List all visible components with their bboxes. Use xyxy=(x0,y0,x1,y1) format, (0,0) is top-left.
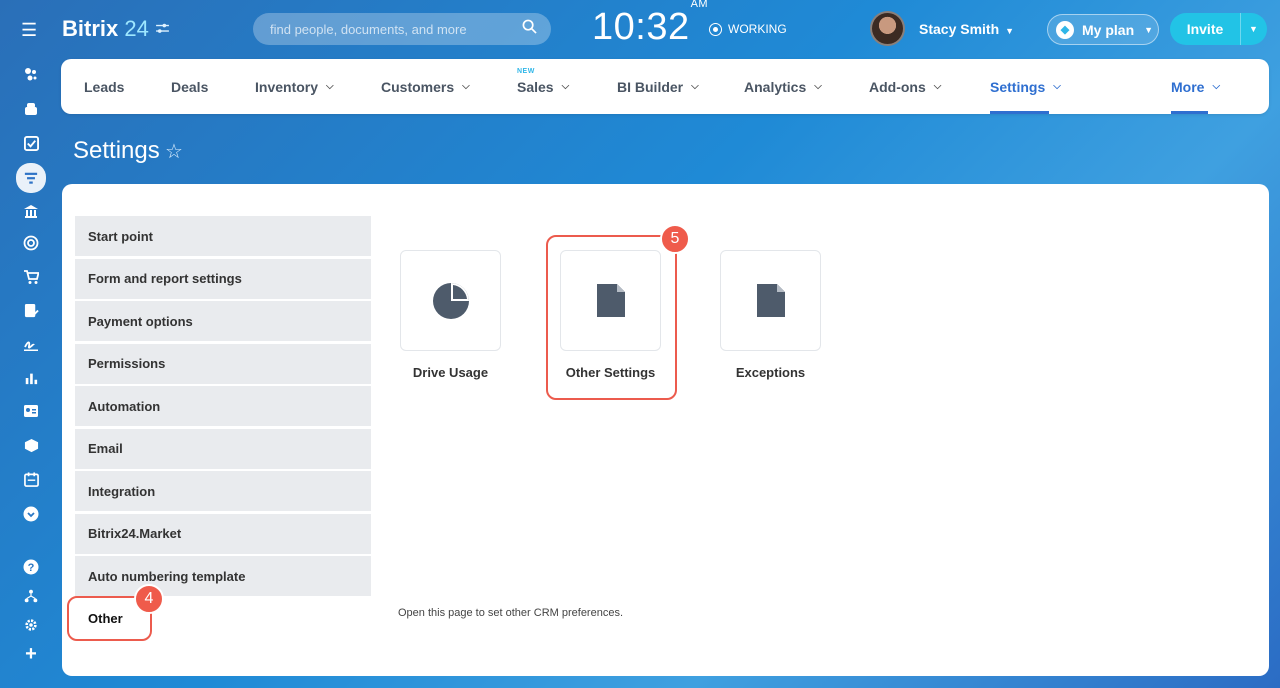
bar-chart-icon[interactable] xyxy=(15,364,47,392)
settings-menu: Start point Form and report settings Pay… xyxy=(75,216,371,641)
chevron-down-icon: ⌵ xyxy=(561,81,570,92)
tile-label: Exceptions xyxy=(735,365,806,380)
menu-item-permissions[interactable]: Permissions xyxy=(75,343,371,384)
tasks-icon[interactable] xyxy=(15,129,47,157)
user-menu[interactable]: Stacy Smith ▼ xyxy=(919,21,1014,37)
chevron-down-icon: ▼ xyxy=(1144,24,1154,35)
nav-analytics[interactable]: Analytics ⌵ xyxy=(744,59,822,114)
logo-settings-icon[interactable] xyxy=(156,22,169,37)
search-bar[interactable] xyxy=(253,13,551,45)
logo[interactable]: Bitrix 24 xyxy=(62,16,149,42)
step-badge-4: 4 xyxy=(134,584,164,614)
chevron-down-icon: ⌵ xyxy=(814,81,822,92)
nav-customers[interactable]: Customers ⌵ xyxy=(381,59,470,114)
record-icon xyxy=(709,22,722,36)
search-input[interactable] xyxy=(270,21,510,37)
left-rail: ☰ ? + xyxy=(0,0,62,688)
hierarchy-icon[interactable] xyxy=(15,582,47,610)
chevron-down-icon: ⌵ xyxy=(933,81,942,92)
tile-drive-usage[interactable]: Drive Usage xyxy=(400,250,501,380)
drive-usage-card[interactable] xyxy=(400,250,501,351)
chevron-down-circle-icon[interactable] xyxy=(15,500,47,528)
diamond-icon: ◆ xyxy=(1056,20,1074,39)
search-icon[interactable] xyxy=(522,19,537,39)
feed-icon[interactable] xyxy=(15,60,47,88)
document-edit-icon[interactable] xyxy=(15,296,47,324)
avatar[interactable] xyxy=(870,11,905,46)
document-icon xyxy=(756,284,785,317)
menu-item-payment-options[interactable]: Payment options xyxy=(75,301,371,341)
target-icon[interactable] xyxy=(15,229,47,257)
menu-item-form-report-settings[interactable]: Form and report settings xyxy=(75,258,371,299)
svg-text:?: ? xyxy=(28,562,35,574)
clock[interactable]: 10:32AM xyxy=(592,0,708,49)
calendar-icon[interactable] xyxy=(15,465,47,493)
nav-add-ons[interactable]: Add-ons ⌵ xyxy=(869,59,941,114)
menu-item-integration[interactable]: Integration xyxy=(75,471,371,511)
chevron-down-icon: ⌵ xyxy=(1053,81,1061,92)
highlight-other-settings xyxy=(546,235,677,400)
work-status[interactable]: WORKING xyxy=(709,22,787,36)
menu-item-auto-numbering[interactable]: Auto numbering template xyxy=(75,556,371,596)
pie-chart-icon xyxy=(432,282,469,319)
bank-icon[interactable] xyxy=(15,197,47,225)
chevron-down-icon: ⌵ xyxy=(1212,81,1221,92)
chevron-down-icon: ⌵ xyxy=(326,81,334,92)
nav-leads[interactable]: Leads xyxy=(84,59,124,114)
tile-label: Drive Usage xyxy=(412,365,489,380)
android-icon[interactable] xyxy=(15,95,47,123)
new-badge: NEW xyxy=(517,68,535,75)
page-hint: Open this page to set other CRM preferen… xyxy=(398,607,624,619)
menu-item-email[interactable]: Email xyxy=(75,428,371,469)
nav-bi-builder[interactable]: BI Builder ⌵ xyxy=(617,59,699,114)
crm-funnel-icon[interactable] xyxy=(16,163,46,193)
tile-exceptions[interactable]: Exceptions xyxy=(720,250,821,380)
settings-panel: Start point Form and report settings Pay… xyxy=(62,184,1269,676)
signature-icon[interactable] xyxy=(15,330,47,358)
chevron-down-icon: ⌵ xyxy=(462,81,470,92)
nav-settings[interactable]: Settings ⌵ xyxy=(990,59,1061,114)
nav-inventory[interactable]: Inventory ⌵ xyxy=(255,59,334,114)
box-icon[interactable] xyxy=(15,431,47,459)
nav-more[interactable]: More ⌵ xyxy=(1171,59,1220,114)
chevron-down-icon[interactable]: ▼ xyxy=(1249,24,1258,34)
contact-card-icon[interactable] xyxy=(15,397,47,425)
help-icon[interactable]: ? xyxy=(15,553,47,581)
gear-icon[interactable] xyxy=(15,611,47,639)
chevron-down-icon: ⌵ xyxy=(691,81,699,92)
chevron-down-icon: ▼ xyxy=(1005,26,1015,36)
menu-item-automation[interactable]: Automation xyxy=(75,386,371,426)
plus-icon[interactable]: + xyxy=(15,640,47,668)
menu-icon[interactable]: ☰ xyxy=(21,20,37,41)
nav-sales[interactable]: NEW Sales ⌵ xyxy=(517,59,569,114)
crm-nav: Leads Deals Inventory ⌵ Customers ⌵ NEW Sal… xyxy=(61,59,1269,114)
nav-deals[interactable]: Deals xyxy=(171,59,208,114)
menu-item-market[interactable]: Bitrix24.Market xyxy=(75,513,371,554)
cart-icon[interactable] xyxy=(15,263,47,291)
step-badge-5: 5 xyxy=(660,224,690,254)
exceptions-card[interactable] xyxy=(720,250,821,351)
menu-item-start-point[interactable]: Start point xyxy=(75,216,371,256)
page-title: Settings xyxy=(73,137,160,164)
star-icon[interactable]: ☆ xyxy=(165,139,183,164)
invite-button[interactable]: Invite ▼ xyxy=(1170,13,1267,45)
my-plan-button[interactable]: ◆ My plan ▼ xyxy=(1047,14,1159,45)
